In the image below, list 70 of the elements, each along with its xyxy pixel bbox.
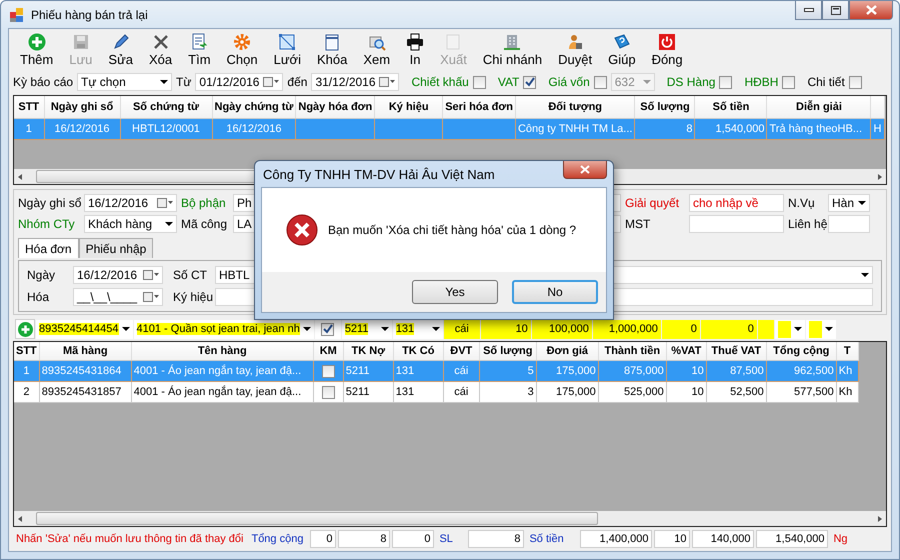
table-cell: 1,540,000 — [716, 123, 764, 135]
option-label: Chi tiết — [807, 75, 845, 89]
option-label: HĐBH — [744, 75, 778, 89]
table-cell: 175,000 — [556, 386, 596, 398]
table-cell: 10 — [692, 386, 704, 398]
table-cell: Trả hàng theoHB... — [769, 123, 862, 135]
total-value: 8 — [468, 530, 524, 548]
dialog-message: Bạn muốn 'Xóa chi tiết hàng hóa' của 1 dòng ? — [328, 223, 576, 237]
total-value: 10 — [654, 530, 690, 548]
field-label: Hóa — [27, 290, 50, 304]
table-cell: H — [873, 123, 882, 135]
period-label: Kỳ báo cáo — [13, 75, 74, 89]
field-label: Số CT — [173, 268, 208, 282]
table-cell: 875,000 — [624, 365, 664, 377]
total-label: SL — [438, 533, 454, 545]
status-note: Nhấn 'Sửa' nếu muốn lưu thông tin đã thay đổi — [15, 533, 244, 545]
table-cell: 3 — [528, 386, 534, 398]
field-label: Ngày ghi sổ — [18, 196, 80, 210]
table-cell: 8935245431864 — [42, 365, 122, 377]
total-label: Tổng cộng — [250, 533, 304, 545]
table-cell: 175,000 — [556, 365, 596, 377]
table-cell: Kh — [838, 365, 852, 377]
field-label: MST — [625, 217, 652, 231]
table-cell: 8 — [686, 123, 692, 135]
total-value: 0 — [310, 530, 336, 548]
window-title: Phiếu hàng bán trả lại — [31, 8, 148, 22]
table-cell: Công ty TNHH TM La... — [518, 123, 632, 135]
total-value: 140,000 — [692, 530, 754, 548]
dialog-title: Công Ty TNHH TM-DV Hải Âu Việt Nam — [263, 166, 495, 182]
total-value: 0 — [392, 530, 434, 548]
total-value: 1,540,000 — [756, 530, 828, 548]
field-label: N.Vụ — [788, 196, 816, 210]
from-label: Từ — [176, 75, 192, 89]
table-cell: HBTL12/0001 — [132, 123, 200, 135]
table-cell: 10 — [692, 365, 704, 377]
field-label: Giải quyết — [625, 196, 680, 210]
table-cell: 131 — [396, 386, 414, 398]
table-cell: 577,500 — [794, 386, 834, 398]
table-cell: 8935245431857 — [42, 386, 122, 398]
table-cell: 962,500 — [794, 365, 834, 377]
table-cell: 1 — [26, 123, 32, 135]
field-label: Bộ phận — [181, 196, 227, 210]
to-label: đến — [287, 75, 308, 89]
option-label: DS Hàng — [666, 75, 716, 89]
table-cell: cái — [454, 386, 468, 398]
table-cell: 4001 - Áo jean ngắn tay, jean đậ... — [134, 386, 302, 398]
table-cell: 52,500 — [730, 386, 764, 398]
total-value: 8 — [338, 530, 390, 548]
field-label: Mã công — [181, 217, 228, 231]
table-cell: 87,500 — [730, 365, 764, 377]
table-cell: 4001 - Áo jean ngắn tay, jean đậ... — [134, 365, 302, 377]
table-cell: 16/12/2016 — [54, 123, 110, 135]
total-label: Số tiền — [528, 533, 565, 545]
table-cell: 131 — [396, 365, 414, 377]
table-cell: 5211 — [346, 386, 370, 398]
table-cell: Kh — [838, 386, 852, 398]
table-cell: 2 — [23, 386, 30, 398]
option-label: VAT — [498, 75, 520, 89]
field-label: Nhóm CTy — [18, 217, 76, 231]
status-note: Ng — [832, 533, 849, 545]
table-cell: cái — [454, 365, 468, 377]
table-cell: 16/12/2016 — [226, 123, 282, 135]
option-label: Giá vốn — [548, 75, 590, 89]
table-cell: 1 — [23, 365, 30, 377]
field-label: Ngày — [27, 268, 56, 282]
table-cell: 5211 — [346, 365, 370, 377]
table-cell: 5 — [528, 365, 534, 377]
option-label: Chiết khấu — [411, 75, 469, 89]
total-value: 1,400,000 — [580, 530, 652, 548]
table-cell: 525,000 — [624, 386, 664, 398]
